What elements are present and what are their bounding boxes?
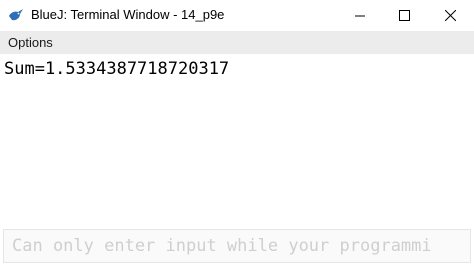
minimize-icon	[354, 15, 365, 17]
menu-bar: Options	[0, 31, 474, 54]
window-title: BlueJ: Terminal Window - 14_p9e	[31, 7, 225, 22]
bluej-app-icon	[9, 9, 23, 21]
maximize-button[interactable]	[381, 0, 427, 31]
terminal-output-area[interactable]: Sum=1.5334387718720317	[0, 54, 474, 229]
terminal-input-field[interactable]: Can only enter input while your programm…	[3, 229, 471, 263]
output-line: Sum=1.5334387718720317	[4, 59, 230, 79]
input-placeholder: Can only enter input while your programm…	[12, 236, 432, 256]
maximize-icon	[398, 10, 410, 21]
minimize-button[interactable]	[337, 0, 383, 31]
close-icon	[444, 10, 456, 21]
title-bar: BlueJ: Terminal Window - 14_p9e	[0, 0, 474, 31]
close-button[interactable]	[427, 0, 473, 31]
menu-options[interactable]: Options	[8, 35, 53, 50]
